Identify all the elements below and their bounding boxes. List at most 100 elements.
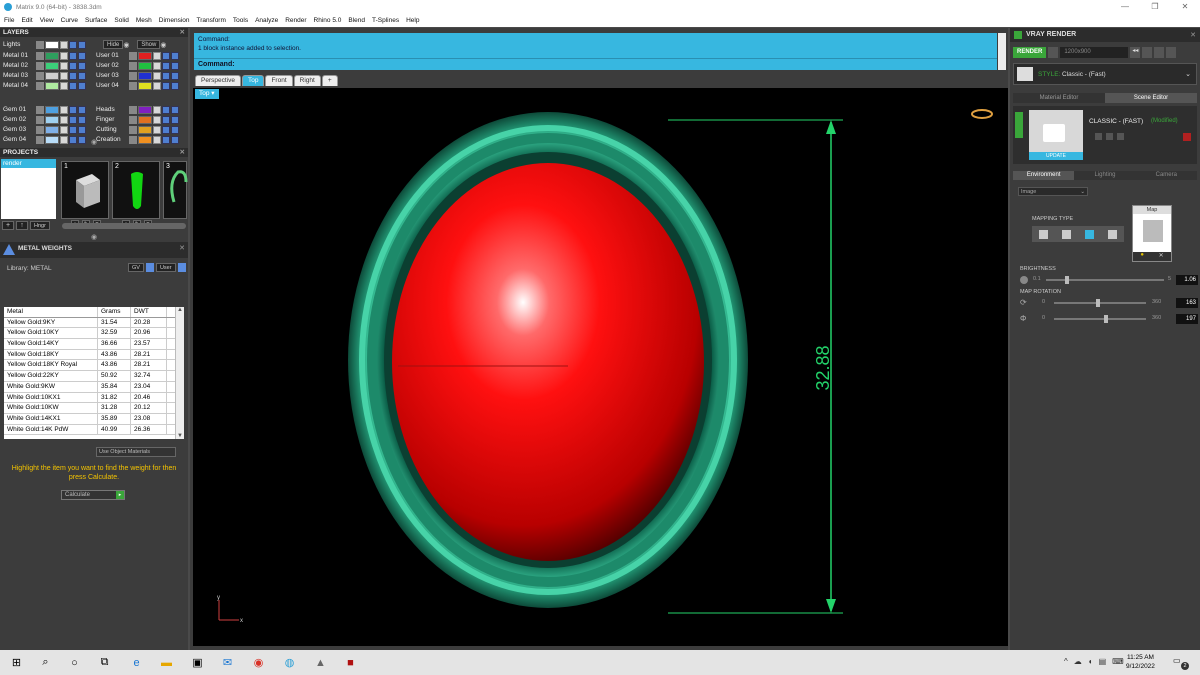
render-settings-icon[interactable] <box>1048 47 1059 58</box>
col-metal[interactable]: Metal <box>4 307 98 317</box>
scroll-down-icon[interactable]: ▼ <box>176 433 184 439</box>
color-swatch[interactable] <box>45 125 59 134</box>
tab-camera[interactable]: Camera <box>1135 171 1197 180</box>
layer-button[interactable] <box>171 115 179 124</box>
lock-icon[interactable] <box>60 40 68 49</box>
layer-row[interactable]: Metal 03 <box>3 71 87 80</box>
select-button[interactable] <box>69 115 77 124</box>
layer-button[interactable] <box>78 40 86 49</box>
select-button[interactable] <box>162 115 170 124</box>
visibility-toggle[interactable] <box>129 51 137 60</box>
color-swatch[interactable] <box>138 81 152 90</box>
layer-name[interactable]: User 04 <box>96 82 129 89</box>
projects-list[interactable]: render <box>1 159 56 219</box>
app-icon[interactable]: ◍ <box>282 655 297 670</box>
layer-button[interactable] <box>78 125 86 134</box>
layer-name[interactable]: Metal 02 <box>3 62 36 69</box>
visibility-toggle[interactable] <box>129 81 137 90</box>
brightness-slider-thumb[interactable] <box>1065 276 1069 284</box>
lock-icon[interactable] <box>153 125 161 134</box>
layer-button[interactable] <box>171 71 179 80</box>
command-scrollbar[interactable] <box>998 33 1006 70</box>
visibility-toggle[interactable] <box>36 81 44 90</box>
lock-icon[interactable] <box>153 81 161 90</box>
layer-button[interactable] <box>171 51 179 60</box>
layer-name[interactable]: Gem 01 <box>3 106 36 113</box>
select-button[interactable] <box>162 81 170 90</box>
visibility-toggle[interactable] <box>36 40 44 49</box>
map-spherical-icon[interactable] <box>1085 229 1094 239</box>
select-button[interactable] <box>162 105 170 114</box>
expand-handle[interactable] <box>1015 112 1023 138</box>
rotation2-slider-thumb[interactable] <box>1104 315 1108 323</box>
tab-scene-editor[interactable]: Scene Editor <box>1105 93 1197 103</box>
windows-icon[interactable]: ⊞ <box>9 655 24 670</box>
lock-icon[interactable] <box>60 61 68 70</box>
layer-row[interactable]: User 01 <box>96 51 180 60</box>
lock-icon[interactable] <box>60 81 68 90</box>
close-icon[interactable]: ✕ <box>1190 31 1196 39</box>
layer-row[interactable]: Finger <box>96 115 180 124</box>
rotation2-slider[interactable] <box>1054 318 1146 320</box>
visibility-toggle[interactable] <box>36 71 44 80</box>
visibility-toggle[interactable] <box>36 51 44 60</box>
show-button[interactable]: Show <box>137 40 161 49</box>
color-swatch[interactable] <box>45 115 59 124</box>
tab-front[interactable]: Front <box>265 75 293 86</box>
tab-lighting[interactable]: Lighting <box>1074 171 1136 180</box>
hinge-button[interactable]: Hngr <box>30 221 50 230</box>
layer-name[interactable]: User 01 <box>96 52 129 59</box>
project-thumb-3[interactable]: 3 <box>163 161 188 219</box>
task-view-icon[interactable]: ⧉ <box>97 655 112 670</box>
project-thumb-2[interactable]: 2 <box>112 161 160 219</box>
table-row[interactable]: White Gold:14KX1 35.89 23.08 <box>4 413 184 425</box>
menu-help[interactable]: Help <box>406 17 419 24</box>
toggle-icon[interactable] <box>177 263 186 272</box>
table-row[interactable]: White Gold:14K PdW 40.99 26.36 <box>4 424 184 436</box>
brightness-slider[interactable] <box>1046 279 1164 281</box>
select-button[interactable] <box>162 125 170 134</box>
menu-analyze[interactable]: Analyze <box>255 17 278 24</box>
search-icon[interactable]: ⌕ <box>38 655 53 670</box>
layer-row[interactable]: Metal 04 <box>3 81 87 90</box>
add-project-button[interactable]: + <box>2 221 14 230</box>
visibility-toggle[interactable] <box>36 61 44 70</box>
visibility-toggle[interactable] <box>129 115 137 124</box>
resolution-field[interactable]: 1200x900 <box>1060 47 1129 58</box>
splitter-handle[interactable]: ◉ <box>0 233 188 241</box>
layer-name[interactable]: User 03 <box>96 72 129 79</box>
select-button[interactable] <box>162 71 170 80</box>
brightness-value[interactable]: 1.06 <box>1176 275 1198 285</box>
table-row[interactable]: Yellow Gold:18KY 43.86 28.21 <box>4 349 184 361</box>
menu-solid[interactable]: Solid <box>114 17 128 24</box>
select-button[interactable] <box>69 81 77 90</box>
toggle-icon[interactable] <box>145 263 154 272</box>
visibility-toggle[interactable] <box>129 105 137 114</box>
menu-curve[interactable]: Curve <box>61 17 78 24</box>
calculate-button[interactable]: Calculate ▸ <box>61 490 125 500</box>
tab-perspective[interactable]: Perspective <box>195 75 241 86</box>
user-button[interactable]: User <box>155 263 176 272</box>
select-button[interactable] <box>69 71 77 80</box>
layer-name[interactable]: Gem 02 <box>3 116 36 123</box>
tab-environment[interactable]: Environment <box>1013 171 1075 180</box>
layer-button[interactable] <box>78 61 86 70</box>
select-button[interactable] <box>69 61 77 70</box>
reset-icon[interactable] <box>1183 133 1191 141</box>
layer-row[interactable]: User 03 <box>96 71 180 80</box>
visibility-toggle[interactable] <box>129 71 137 80</box>
map-cylindrical-icon[interactable] <box>1108 229 1117 239</box>
menu-tsplines[interactable]: T-Splines <box>372 17 399 24</box>
preset-icon[interactable] <box>1117 133 1124 140</box>
col-dwt[interactable]: DWT <box>131 307 167 317</box>
command-input[interactable]: Command: <box>194 58 997 70</box>
rotation1-value[interactable]: 163 <box>1176 298 1198 308</box>
up-button[interactable]: ↑ <box>16 221 28 230</box>
color-swatch[interactable] <box>45 40 59 49</box>
store-icon[interactable]: ▣ <box>190 655 205 670</box>
cloud-icon[interactable]: ☁ <box>1074 657 1082 666</box>
map-box-icon[interactable] <box>1062 229 1071 239</box>
rotation1-slider[interactable] <box>1054 302 1146 304</box>
layer-row[interactable]: User 04 <box>96 81 180 90</box>
lock-icon[interactable] <box>153 51 161 60</box>
